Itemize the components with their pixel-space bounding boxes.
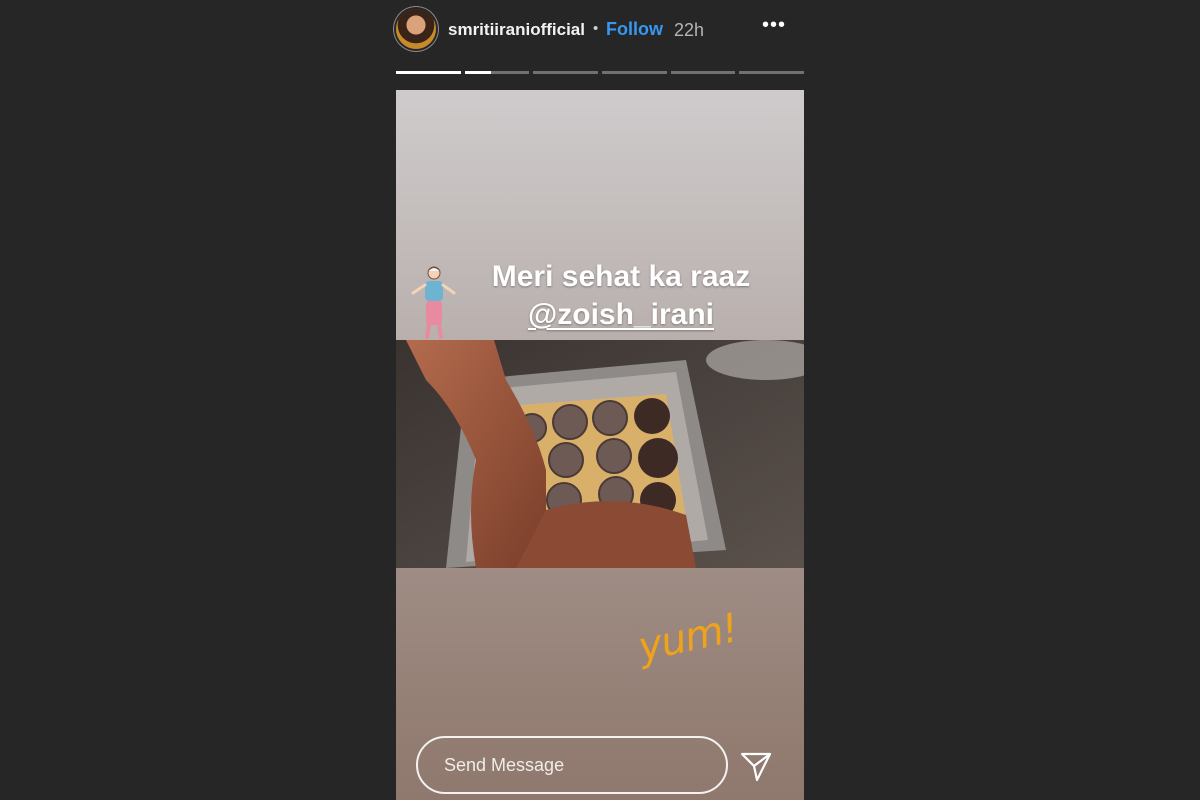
progress-segment [396, 71, 461, 74]
progress-fill [464, 71, 491, 74]
caption-text: Meri sehat ka raaz [491, 260, 751, 293]
username[interactable]: smritiiraniofficial [448, 20, 585, 40]
yum-handwriting: yum! [634, 605, 742, 671]
follow-button[interactable]: Follow [606, 19, 663, 40]
more-options-icon[interactable]: ••• [762, 15, 786, 35]
story-frame[interactable]: Meri sehat ka raaz @zoish_irani yum! [396, 90, 804, 800]
progress-segment [602, 71, 667, 74]
progress-segment [464, 71, 530, 74]
timestamp: 22h [674, 20, 705, 40]
progress-fill [396, 71, 461, 74]
dancing-person-sticker [411, 266, 456, 339]
separator-dot: • [593, 20, 599, 37]
story-caption: Meri sehat ka raaz @zoish_irani [456, 258, 786, 334]
story-photo [396, 340, 804, 568]
profile-avatar[interactable] [396, 9, 436, 49]
mention-link[interactable]: @zoish_irani [456, 296, 786, 334]
send-message-input[interactable] [416, 736, 728, 794]
progress-segment [533, 71, 598, 74]
paper-plane-send-icon[interactable] [739, 749, 773, 783]
story-progress-bar [396, 71, 806, 74]
progress-segment [739, 71, 804, 74]
progress-segment [670, 71, 736, 74]
story-header: smritiiraniofficial • Follow 22h ••• [396, 8, 806, 52]
